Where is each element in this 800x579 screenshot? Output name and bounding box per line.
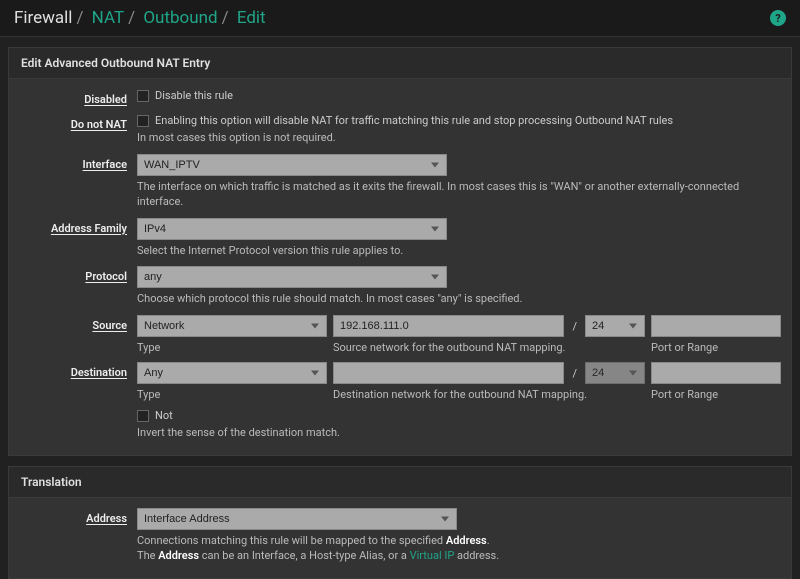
- checkbox-disabled[interactable]: [137, 90, 149, 102]
- input-source-port[interactable]: [651, 315, 781, 337]
- help-protocol: Choose which protocol this rule should m…: [137, 292, 781, 307]
- page-header: Firewall/ NAT/ Outbound/ Edit ?: [0, 0, 800, 37]
- sub-dest-port: Port or Range: [651, 388, 781, 401]
- checkbox-disabled-text: Disable this rule: [155, 89, 233, 102]
- checkbox-donotnat-text: Enabling this option will disable NAT fo…: [155, 114, 673, 127]
- label-disabled: Disabled: [19, 89, 137, 106]
- input-dest-network[interactable]: [333, 362, 564, 384]
- select-dest-mask[interactable]: 24: [585, 362, 645, 384]
- panel-title-translation: Translation: [9, 467, 791, 498]
- help-icon[interactable]: ?: [770, 10, 786, 26]
- label-donotnat: Do not NAT: [19, 114, 137, 131]
- help-trans-address: Connections matching this rule will be m…: [137, 534, 781, 564]
- help-address-family: Select the Internet Protocol version thi…: [137, 244, 781, 259]
- sub-source-port: Port or Range: [651, 341, 781, 354]
- breadcrumb: Firewall/ NAT/ Outbound/ Edit: [14, 8, 266, 28]
- select-protocol[interactable]: any: [137, 266, 447, 288]
- select-trans-address[interactable]: Interface Address: [137, 508, 457, 530]
- checkbox-donotnat[interactable]: [137, 115, 149, 127]
- panel-translation: Translation Address Interface Address Co…: [8, 466, 792, 579]
- crumb-nat[interactable]: NAT: [92, 8, 124, 28]
- crumb-edit[interactable]: Edit: [237, 8, 266, 28]
- select-address-family[interactable]: IPv4: [137, 218, 447, 240]
- select-source-mask[interactable]: 24: [585, 315, 645, 337]
- panel-title: Edit Advanced Outbound NAT Entry: [9, 48, 791, 79]
- help-not: Invert the sense of the destination matc…: [137, 426, 781, 441]
- slash-icon: /: [568, 367, 581, 380]
- select-source-type[interactable]: Network: [137, 315, 327, 337]
- label-protocol: Protocol: [19, 266, 137, 283]
- label-address-family: Address Family: [19, 218, 137, 235]
- input-source-network[interactable]: [333, 315, 564, 337]
- label-destination: Destination: [19, 362, 137, 379]
- help-interface: The interface on which traffic is matche…: [137, 180, 781, 210]
- link-virtual-ip[interactable]: Virtual IP: [410, 549, 455, 562]
- sub-dest-net: Destination network for the outbound NAT…: [333, 388, 645, 401]
- input-dest-port[interactable]: [651, 362, 781, 384]
- sub-dest-type: Type: [137, 388, 327, 401]
- slash-icon: /: [568, 320, 581, 333]
- crumb-outbound[interactable]: Outbound: [143, 8, 217, 28]
- select-dest-type[interactable]: Any: [137, 362, 327, 384]
- label-source: Source: [19, 315, 137, 332]
- select-interface[interactable]: WAN_IPTV: [137, 154, 447, 176]
- label-interface: Interface: [19, 154, 137, 171]
- checkbox-not-text: Not: [155, 409, 173, 422]
- sub-source-type: Type: [137, 341, 327, 354]
- panel-edit-nat: Edit Advanced Outbound NAT Entry Disable…: [8, 47, 792, 456]
- checkbox-not[interactable]: [137, 410, 149, 422]
- help-donotnat: In most cases this option is not require…: [137, 131, 781, 146]
- crumb-firewall[interactable]: Firewall: [14, 8, 72, 28]
- sub-source-net: Source network for the outbound NAT mapp…: [333, 341, 645, 354]
